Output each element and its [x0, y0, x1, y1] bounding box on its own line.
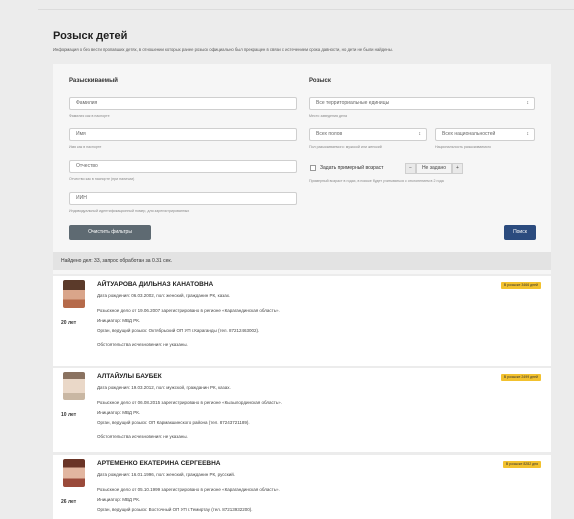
record-name[interactable]: АЛТАЙУЛЫ БАУБЕК [97, 373, 162, 380]
record-name[interactable]: АЙТУАРОВА ДИЛЬНАЗ КАНАТОВНА [97, 281, 213, 288]
gender-select[interactable]: Всех полов [309, 128, 427, 141]
record-case: Розыскное дело от 19.06.2007 зарегистрир… [97, 308, 280, 313]
record-agency: Орган, ведущий розыск: Восточный ОП УП г… [97, 507, 253, 512]
page-subtitle: Информация о без вести пропавших детях, … [53, 47, 393, 52]
patronymic-input[interactable]: Отчество [69, 160, 297, 173]
age-hint: Примерный возраст в годах, в поиске буде… [309, 179, 444, 183]
surname-hint: Фамилия как в паспорте [69, 114, 110, 118]
surname-input[interactable]: Фамилия [69, 97, 297, 110]
child-photo [63, 280, 85, 308]
iin-hint: Индивидуальный идентификационный номер, … [69, 209, 190, 213]
results-count: Найдено дел: 33, запрос обработан за 0.3… [53, 252, 551, 270]
record-card[interactable]: 20 лет АЙТУАРОВА ДИЛЬНАЗ КАНАТОВНА В роз… [53, 276, 551, 366]
record-case: Розыскное дело от 06.08.2015 зарегистрир… [97, 400, 282, 405]
wanted-heading: Разыскиваемый [69, 78, 118, 84]
iin-input[interactable]: ИИН [69, 192, 297, 205]
record-initiator: Инициатор: МВД РК. [97, 410, 141, 415]
record-age: 26 лет [61, 499, 77, 505]
clear-filters-button[interactable]: Очистить фильтры [69, 225, 151, 240]
filters-panel: Разыскиваемый Розыск Фамилия Фамилия как… [53, 64, 551, 274]
record-agency: Орган, ведущий розыск: Октябрьский ОП УП… [97, 328, 260, 333]
record-name[interactable]: АРТЕМЕНКО ЕКАТЕРИНА СЕРГЕЕВНА [97, 460, 221, 467]
record-birth: Дата рождения: 19.03.2012, пол: мужской,… [97, 385, 231, 390]
record-circumstances: Обстоятельства исчезновения: не указаны. [97, 342, 188, 347]
age-plus-button[interactable]: + [452, 163, 463, 174]
age-minus-button[interactable]: − [405, 163, 416, 174]
record-circumstances: Обстоятельства исчезновения: не указаны. [97, 434, 188, 439]
record-age: 20 лет [61, 320, 77, 326]
page-title: Розыск детей [53, 30, 128, 42]
status-badge: В розыске 3466 дней [500, 282, 541, 289]
nationality-select[interactable]: Всех национальностей [435, 128, 535, 141]
record-initiator: Инициатор: МВД РК. [97, 497, 141, 502]
search-button[interactable]: Поиск [504, 225, 536, 240]
region-select[interactable]: Все территориальные единицы [309, 97, 535, 110]
age-checkbox[interactable] [310, 165, 316, 171]
age-checkbox-label: Задать примерный возраст [320, 165, 384, 171]
record-initiator: Инициатор: МВД РК. [97, 318, 141, 323]
top-divider [38, 9, 574, 10]
search-heading: Розыск [309, 78, 331, 84]
child-photo [63, 372, 85, 400]
record-birth: Дата рождения: 06.03.2002, пол: женский,… [97, 293, 231, 298]
record-birth: Дата рождения: 16.01.1996, пол: женский,… [97, 472, 236, 477]
nationality-hint: Национальность разыскиваемого [435, 145, 492, 149]
record-card[interactable]: 26 лет АРТЕМЕНКО ЕКАТЕРИНА СЕРГЕЕВНА В р… [53, 455, 551, 519]
child-photo [63, 459, 85, 487]
name-hint: Имя как в паспорте [69, 145, 102, 149]
patronymic-hint: Отчество как в паспорте (при наличии) [69, 177, 135, 181]
status-badge: В розыске 8282 дня [502, 461, 541, 468]
record-card[interactable]: 10 лет АЛТАЙУЛЫ БАУБЕК В розыске 2499 дн… [53, 368, 551, 452]
record-case: Розыскное дело от 05.10.1999 зарегистрир… [97, 487, 280, 492]
age-value[interactable]: Не задано [416, 163, 452, 174]
region-hint: Место заведения дела [309, 114, 347, 118]
status-badge: В розыске 2499 дней [500, 374, 541, 381]
record-agency: Орган, ведущий розыск: ОП Кармакшинского… [97, 420, 250, 425]
record-age: 10 лет [61, 412, 77, 418]
name-input[interactable]: Имя [69, 128, 297, 141]
gender-hint: Пол разыскиваемого: мужской или женский [309, 145, 382, 149]
